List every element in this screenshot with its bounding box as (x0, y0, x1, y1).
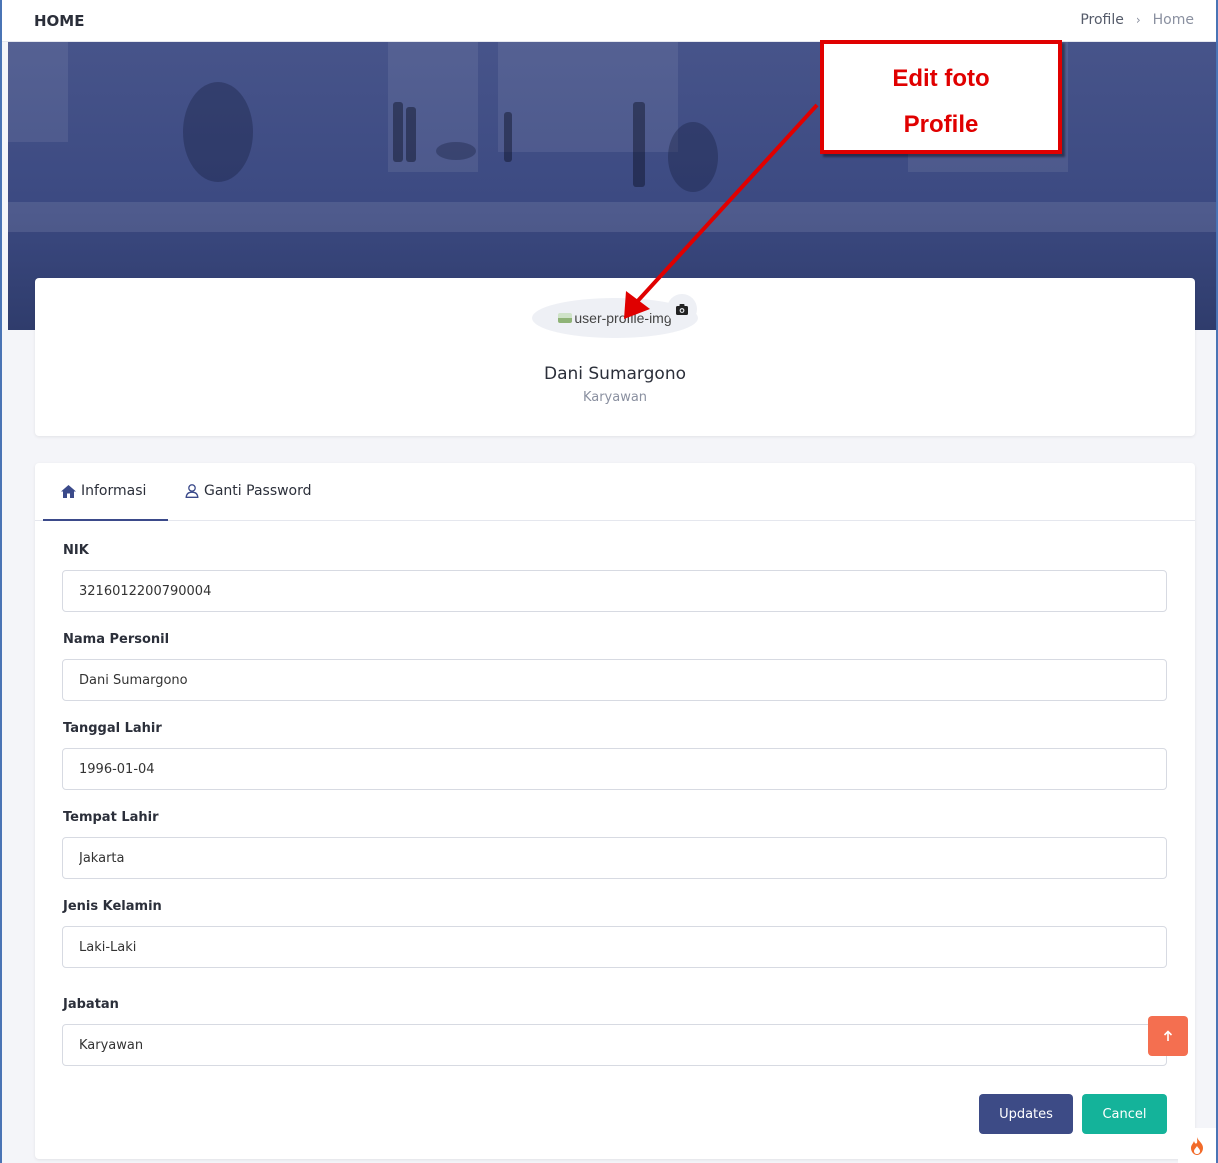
cancel-button[interactable]: Cancel (1082, 1094, 1167, 1134)
nik-field[interactable] (62, 570, 1167, 612)
nik-label: NIK (63, 543, 89, 558)
avatar-alt-text: user-profile-img (574, 310, 672, 326)
update-button[interactable]: Updates (979, 1094, 1073, 1134)
tab-ganti-password-label: Ganti Password (204, 483, 312, 499)
jenis-kelamin-field[interactable] (62, 926, 1167, 968)
tab-ganti-password[interactable]: Ganti Password (185, 483, 312, 499)
profile-name: Dani Sumargono (543, 364, 686, 384)
profile-form-card: Informasi Ganti Password NIK Nama Person… (35, 463, 1195, 1159)
tab-informasi-label: Informasi (81, 483, 147, 499)
active-tab-indicator (43, 519, 168, 521)
top-bar: HOME Profile › Home (2, 0, 1216, 42)
page-title: HOME (34, 12, 85, 30)
nama-personil-label: Nama Personil (63, 632, 170, 647)
flame-icon[interactable] (1178, 1128, 1216, 1163)
tab-bar: Informasi Ganti Password (35, 463, 1195, 521)
chevron-right-icon: › (1135, 13, 1141, 27)
jenis-kelamin-label: Jenis Kelamin (63, 899, 162, 914)
profile-role: Karyawan (582, 390, 648, 405)
annotation-line-2: Profile (903, 110, 979, 138)
jabatan-field[interactable] (62, 1024, 1167, 1066)
user-icon (185, 484, 199, 498)
tanggal-lahir-label: Tanggal Lahir (63, 721, 162, 736)
tempat-lahir-label: Tempat Lahir (63, 810, 159, 825)
scroll-to-top-button[interactable] (1148, 1016, 1188, 1056)
breadcrumb-item-profile[interactable]: Profile (1080, 12, 1124, 28)
breadcrumb: Profile › Home (1080, 12, 1194, 28)
breadcrumb-item-home: Home (1152, 12, 1194, 28)
tab-informasi[interactable]: Informasi (61, 483, 146, 499)
arrow-up-icon (1163, 1030, 1173, 1041)
profile-card: user-profile-img Dani Sumargono Karyawan (35, 278, 1195, 436)
annotation-line-1: Edit foto (892, 65, 990, 92)
home-icon (61, 484, 76, 498)
nama-personil-field[interactable] (62, 659, 1167, 701)
jabatan-label: Jabatan (63, 997, 119, 1012)
tanggal-lahir-field[interactable] (62, 748, 1167, 790)
edit-photo-annotation: Edit foto Profile (820, 40, 1062, 154)
broken-image-icon (558, 313, 573, 323)
tempat-lahir-field[interactable] (62, 837, 1167, 879)
camera-icon[interactable] (667, 294, 697, 324)
